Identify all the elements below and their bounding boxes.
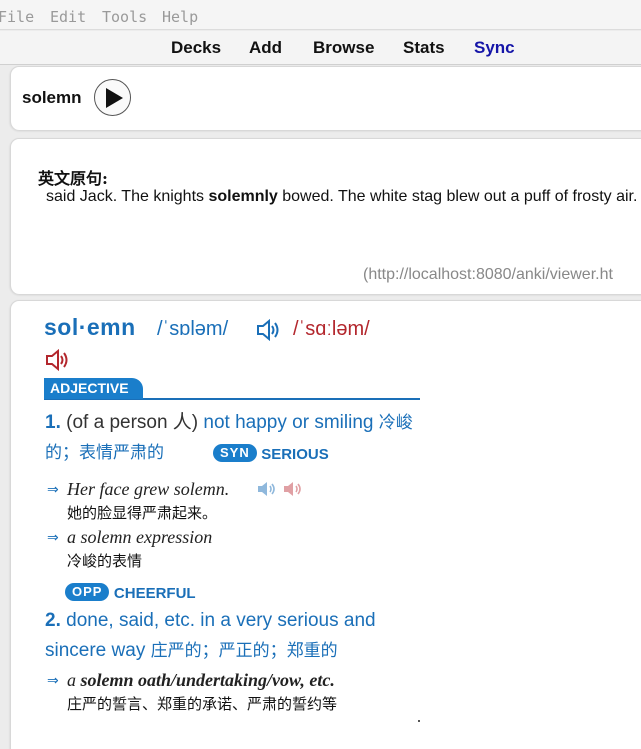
speaker-icon[interactable] xyxy=(257,481,277,502)
example-arrow-icon: ⇒ xyxy=(47,672,59,688)
example-en: a solemn expression xyxy=(67,527,213,547)
toolbar-stats-button[interactable]: Stats xyxy=(403,38,445,58)
opposite-ref[interactable]: OPP CHEERFUL xyxy=(65,583,196,603)
example-en-bold: solemn oath/undertaking/vow, etc. xyxy=(80,670,335,690)
play-icon xyxy=(106,88,123,108)
toolbar-decks-button[interactable]: Decks xyxy=(171,38,221,58)
source-card: 英文原句: said Jack. The knights solemnly bo… xyxy=(10,138,641,294)
speaker-icon[interactable] xyxy=(45,348,71,376)
part-of-speech-badge: ADJECTIVE xyxy=(44,378,143,399)
opp-badge: OPP xyxy=(65,583,110,601)
dictionary-card: sol·emn /ˈsɒləm/ /ˈsɑːləm/ ADJECTIVE 1. … xyxy=(10,300,641,749)
sentence-part: bowed. The white stag blew out a puff of… xyxy=(277,188,638,205)
example-zh: 她的脸显得严肃起来。 xyxy=(67,504,218,522)
sentence-highlight: solemnly xyxy=(208,188,278,205)
definition: not happy or smiling xyxy=(198,412,379,433)
pronunciation-uk: /ˈsɒləm/ xyxy=(157,318,229,340)
headword: sol·emn xyxy=(44,314,136,340)
sense-2: 2. done, said, etc. in a very serious an… xyxy=(45,606,430,666)
toolbar-browse-button[interactable]: Browse xyxy=(313,38,374,58)
pronunciation-us: /ˈsɑːləm/ xyxy=(293,318,370,340)
speaker-icon[interactable] xyxy=(256,318,282,346)
example-en: a solemn oath/undertaking/vow, etc. xyxy=(67,670,335,691)
definition-zh: 庄严的；严正的；郑重的 xyxy=(150,641,338,661)
menu-tools[interactable]: Tools xyxy=(102,8,147,26)
grammar-note: (of a person 人) xyxy=(66,412,199,433)
source-sentence: said Jack. The knights solemnly bowed. T… xyxy=(46,186,641,207)
sentence-part: said Jack. The knights xyxy=(46,188,209,205)
front-card: solemn xyxy=(10,66,641,130)
example-zh: 冷峻的表情 xyxy=(67,552,143,570)
syn-badge: SYN xyxy=(213,444,257,462)
toolbar-add-button[interactable]: Add xyxy=(249,38,282,58)
sense-number: 1. xyxy=(45,412,61,433)
example-arrow-icon: ⇒ xyxy=(47,481,59,497)
example-arrow-icon: ⇒ xyxy=(47,529,59,545)
toolbar-sync-button[interactable]: Sync xyxy=(474,38,515,58)
example-en: Her face grew solemn. xyxy=(67,479,230,499)
front-word: solemn xyxy=(22,88,82,107)
sense-number: 2. xyxy=(45,610,61,631)
menu-edit[interactable]: Edit xyxy=(50,8,86,26)
main-toolbar: Decks Add Browse Stats Sync xyxy=(0,31,641,65)
syn-word[interactable]: SERIOUS xyxy=(261,446,329,463)
play-audio-button[interactable] xyxy=(94,79,131,116)
opp-word[interactable]: CHEERFUL xyxy=(114,585,196,602)
source-url: (http://localhost:8080/anki/viewer.ht xyxy=(363,266,613,283)
stray-dot xyxy=(418,720,420,722)
menu-file[interactable]: File xyxy=(0,8,34,26)
synonym-ref[interactable]: SYN SERIOUS xyxy=(213,444,329,464)
example-en-prefix: a xyxy=(67,670,81,690)
speaker-icon[interactable] xyxy=(283,481,303,502)
example-zh: 庄严的誓言、郑重的承诺、严肃的誓约等 xyxy=(67,695,338,713)
menu-bar: File Edit Tools Help xyxy=(0,0,641,30)
menu-help[interactable]: Help xyxy=(162,8,198,26)
part-of-speech-row: ADJECTIVE xyxy=(44,378,420,400)
